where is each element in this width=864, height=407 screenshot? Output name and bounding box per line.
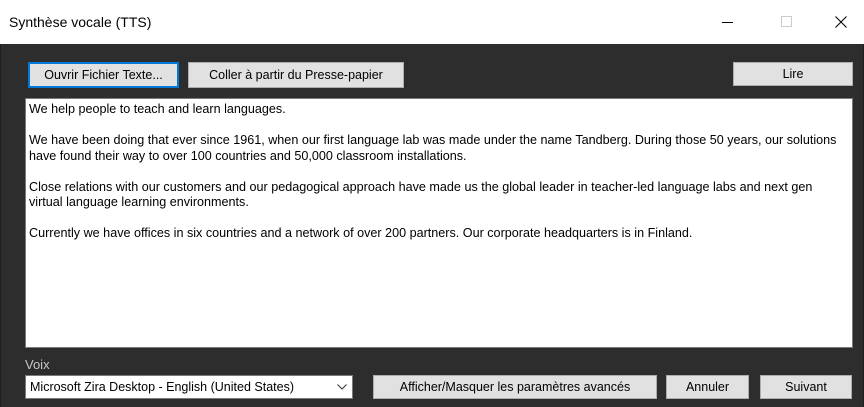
voice-label: Voix xyxy=(25,357,50,372)
minimize-button[interactable] xyxy=(705,0,751,44)
open-text-file-button[interactable]: Ouvrir Fichier Texte... xyxy=(28,62,179,88)
window-title: Synthèse vocale (TTS) xyxy=(9,14,152,30)
maximize-icon xyxy=(781,16,792,27)
maximize-button xyxy=(764,0,810,44)
read-button[interactable]: Lire xyxy=(733,62,853,86)
voice-select[interactable]: Microsoft Zira Desktop - English (United… xyxy=(25,375,353,399)
chevron-down-icon[interactable] xyxy=(332,376,352,398)
close-button[interactable] xyxy=(818,0,864,44)
toggle-advanced-settings-button[interactable]: Afficher/Masquer les paramètres avancés xyxy=(373,375,657,399)
text-input-area[interactable]: We help people to teach and learn langua… xyxy=(25,98,853,348)
text-paragraph: We have been doing that ever since 1961,… xyxy=(29,133,837,163)
text-paragraph: Close relations with our customers and o… xyxy=(29,179,813,210)
minimize-icon xyxy=(722,22,733,23)
cancel-button[interactable]: Annuler xyxy=(666,375,749,399)
tts-window: Synthèse vocale (TTS) Ouvrir Fichier Tex… xyxy=(0,0,864,407)
title-bar[interactable]: Synthèse vocale (TTS) xyxy=(0,0,864,44)
text-paragraph: Currently we have offices in six countri… xyxy=(29,226,693,240)
close-icon xyxy=(835,16,847,28)
text-paragraph: We help people to teach and learn langua… xyxy=(29,102,286,116)
paste-clipboard-button[interactable]: Coller à partir du Presse-papier xyxy=(188,62,404,88)
next-button[interactable]: Suivant xyxy=(760,375,852,399)
voice-select-value: Microsoft Zira Desktop - English (United… xyxy=(30,380,294,394)
